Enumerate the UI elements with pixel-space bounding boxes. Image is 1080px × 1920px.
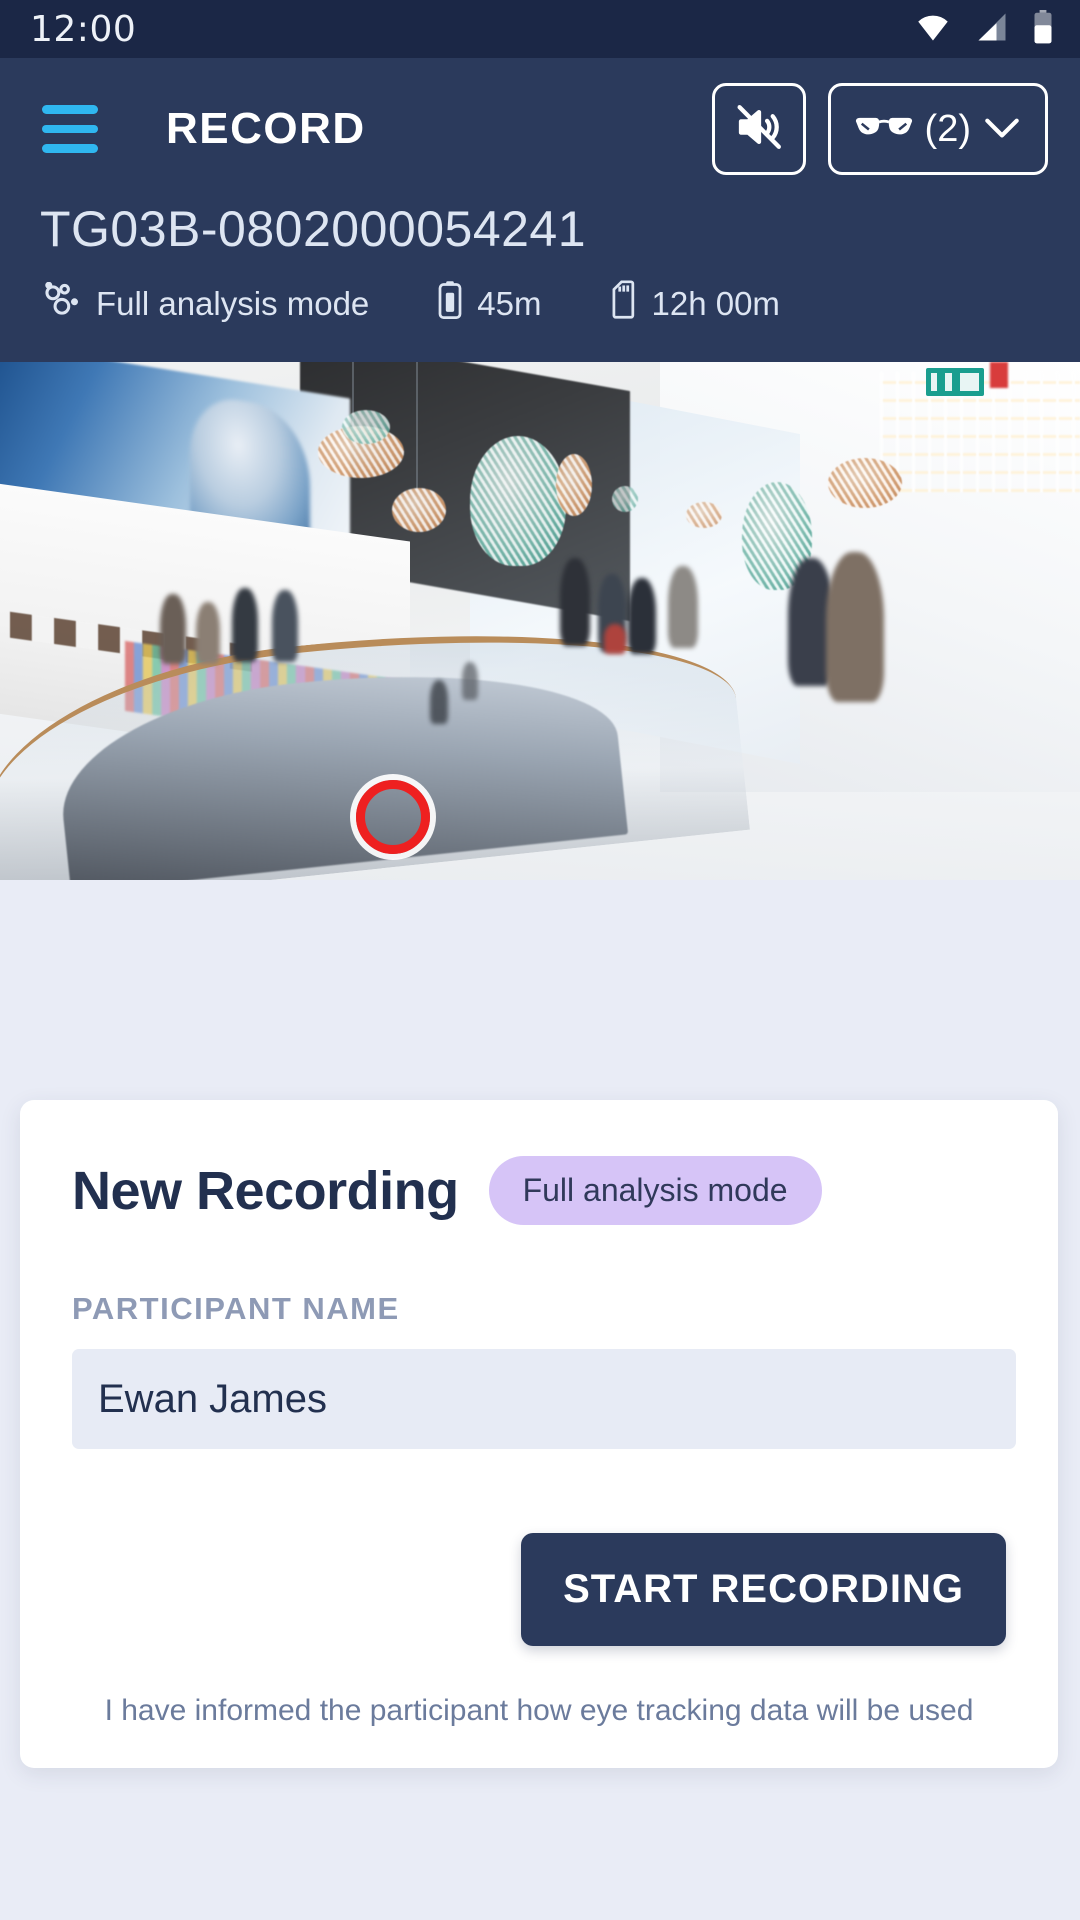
start-recording-button[interactable]: START RECORDING [521,1533,1006,1646]
gaze-marker [356,780,430,854]
hamburger-menu-icon[interactable] [42,105,98,154]
app-header: RECORD (2) TG03B-0802000054241 Full anal… [0,58,1080,362]
action-row: START RECORDING [72,1533,1006,1646]
live-camera-view[interactable] [0,362,1080,880]
meta-battery-label: 45m [477,285,542,322]
status-icon-group [914,9,1054,49]
participant-name-label: PARTICIPANT NAME [72,1291,400,1326]
analysis-mode-icon [40,281,82,326]
status-time: 12:00 [30,8,137,50]
chevron-down-icon [981,112,1023,147]
speaker-muted-icon [732,100,786,159]
cellular-signal-icon [974,12,1010,47]
page-title: RECORD [166,104,366,153]
hamburger-bar [42,144,98,154]
participant-name-input[interactable] [72,1349,1016,1449]
glasses-selector-button[interactable]: (2) [827,83,1048,175]
battery-icon [1032,9,1054,49]
new-recording-card: New Recording Full analysis mode PARTICI… [20,1100,1058,1768]
status-bar: 12:00 [0,0,1080,58]
device-info: TG03B-0802000054241 Full analysis mode 4… [0,200,1080,328]
card-header: New Recording Full analysis mode [72,1156,1006,1225]
meta-storage: 12h 00m [609,280,780,328]
mall-scene-image [0,362,1080,880]
wifi-icon [914,12,952,47]
mute-button[interactable] [711,83,806,175]
meta-analysis-mode-label: Full analysis mode [96,285,370,322]
header-actions: (2) [711,83,1048,175]
hamburger-bar [42,124,98,134]
device-meta-row: Full analysis mode 45m 12h 00m [40,280,1080,328]
glasses-icon [853,110,915,149]
card-title: New Recording [72,1160,459,1221]
meta-analysis-mode: Full analysis mode [40,281,370,326]
meta-storage-label: 12h 00m [651,285,780,322]
device-serial: TG03B-0802000054241 [40,201,587,257]
consent-text: I have informed the participant how eye … [104,1694,974,1727]
analysis-mode-badge: Full analysis mode [488,1156,822,1225]
meta-battery: 45m [437,280,541,328]
hamburger-bar [42,105,98,114]
glasses-count-label: (2) [924,107,971,150]
sd-card-icon [609,280,637,328]
header-toolbar: RECORD (2) [0,58,1080,200]
battery-icon [437,280,463,328]
